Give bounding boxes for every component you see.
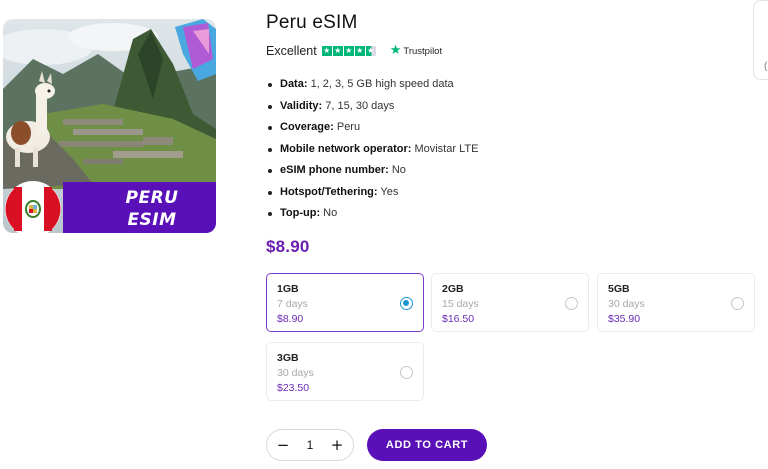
star-icon: ★ <box>332 46 343 56</box>
feature-item: Hotspot/Tethering: Yes <box>268 182 478 204</box>
feature-label: Top-up: <box>280 207 321 219</box>
rating-row: Excellent ★ ★ ★ ★ ★ ★ Trustpilot <box>266 44 442 58</box>
add-to-cart-button[interactable]: ADD TO CART <box>367 429 487 461</box>
feature-label: Validity: <box>280 99 323 112</box>
product-image: PERU ESIM <box>3 19 216 233</box>
side-panel-edge[interactable]: ( <box>753 0 768 80</box>
feature-value: No <box>320 207 338 219</box>
badge-line-country: PERU <box>125 188 179 208</box>
plan-name: 5GB <box>608 283 630 295</box>
feature-list: Data: 1, 2, 3, 5 GB high speed data Vali… <box>268 74 478 225</box>
plan-name: 3GB <box>277 352 299 364</box>
feature-label: Coverage: <box>280 121 334 133</box>
image-badge: PERU ESIM <box>98 187 206 231</box>
feature-value: Peru <box>333 121 361 133</box>
star-icon: ★ <box>321 46 332 56</box>
plan-validity: 7 days <box>277 298 308 310</box>
plan-name: 2GB <box>442 283 464 295</box>
feature-item: Data: 1, 2, 3, 5 GB high speed data <box>268 74 478 96</box>
side-panel-glyph: ( <box>764 61 768 72</box>
quantity-increase-button[interactable]: + <box>330 436 344 454</box>
feature-value: 1, 2, 3, 5 GB high speed data <box>307 78 454 90</box>
trustpilot-logo[interactable]: ★ Trustpilot <box>389 43 443 58</box>
plan-validity: 30 days <box>277 367 314 379</box>
plan-radio[interactable] <box>565 297 578 310</box>
star-icon: ★ <box>343 46 354 56</box>
feature-value: No <box>388 164 406 176</box>
plan-option-5gb[interactable]: 5GB 30 days $35.90 <box>597 273 755 332</box>
feature-item: eSIM phone number: No <box>268 160 478 182</box>
product-price: $8.90 <box>266 237 310 256</box>
plan-price: $35.90 <box>608 313 641 325</box>
trustpilot-label: Trustpilot <box>403 45 443 57</box>
plan-price: $16.50 <box>442 313 475 325</box>
plan-option-3gb[interactable]: 3GB 30 days $23.50 <box>266 342 424 401</box>
feature-value: 7, 15, 30 days <box>322 99 395 112</box>
feature-value: Movistar LTE <box>411 142 479 155</box>
feature-item: Top-up: No <box>268 203 478 225</box>
plan-name: 1GB <box>277 283 299 295</box>
plan-radio[interactable] <box>400 297 413 310</box>
plan-radio[interactable] <box>400 366 413 379</box>
product-title: Peru eSIM <box>266 12 358 33</box>
feature-label: eSIM phone number: <box>280 164 389 176</box>
feature-label: Mobile network operator: <box>280 142 412 155</box>
rating-stars: ★ ★ ★ ★ ★ <box>321 46 376 56</box>
plan-radio[interactable] <box>731 297 744 310</box>
feature-item: Validity: 7, 15, 30 days <box>268 96 478 118</box>
plan-price: $8.90 <box>277 313 304 325</box>
trustpilot-star-icon: ★ <box>389 43 402 58</box>
badge-line-esim: ESIM <box>127 210 177 230</box>
plan-validity: 30 days <box>608 298 645 310</box>
plan-option-1gb[interactable]: 1GB 7 days $8.90 <box>266 273 424 332</box>
quantity-decrease-button[interactable]: − <box>276 436 290 454</box>
quantity-stepper: − 1 + <box>266 429 354 461</box>
feature-item: Mobile network operator: Movistar LTE <box>268 139 478 161</box>
plan-option-2gb[interactable]: 2GB 15 days $16.50 <box>431 273 589 332</box>
star-icon: ★ <box>354 46 365 56</box>
feature-value: Yes <box>377 185 399 198</box>
feature-label: Data: <box>280 78 308 90</box>
feature-item: Coverage: Peru <box>268 117 478 139</box>
quantity-value[interactable]: 1 <box>307 438 314 452</box>
rating-label: Excellent <box>266 44 317 58</box>
feature-label: Hotspot/Tethering: <box>280 185 378 198</box>
half-star-icon: ★ <box>365 46 376 56</box>
plan-validity: 15 days <box>442 298 479 310</box>
plan-price: $23.50 <box>277 382 310 394</box>
